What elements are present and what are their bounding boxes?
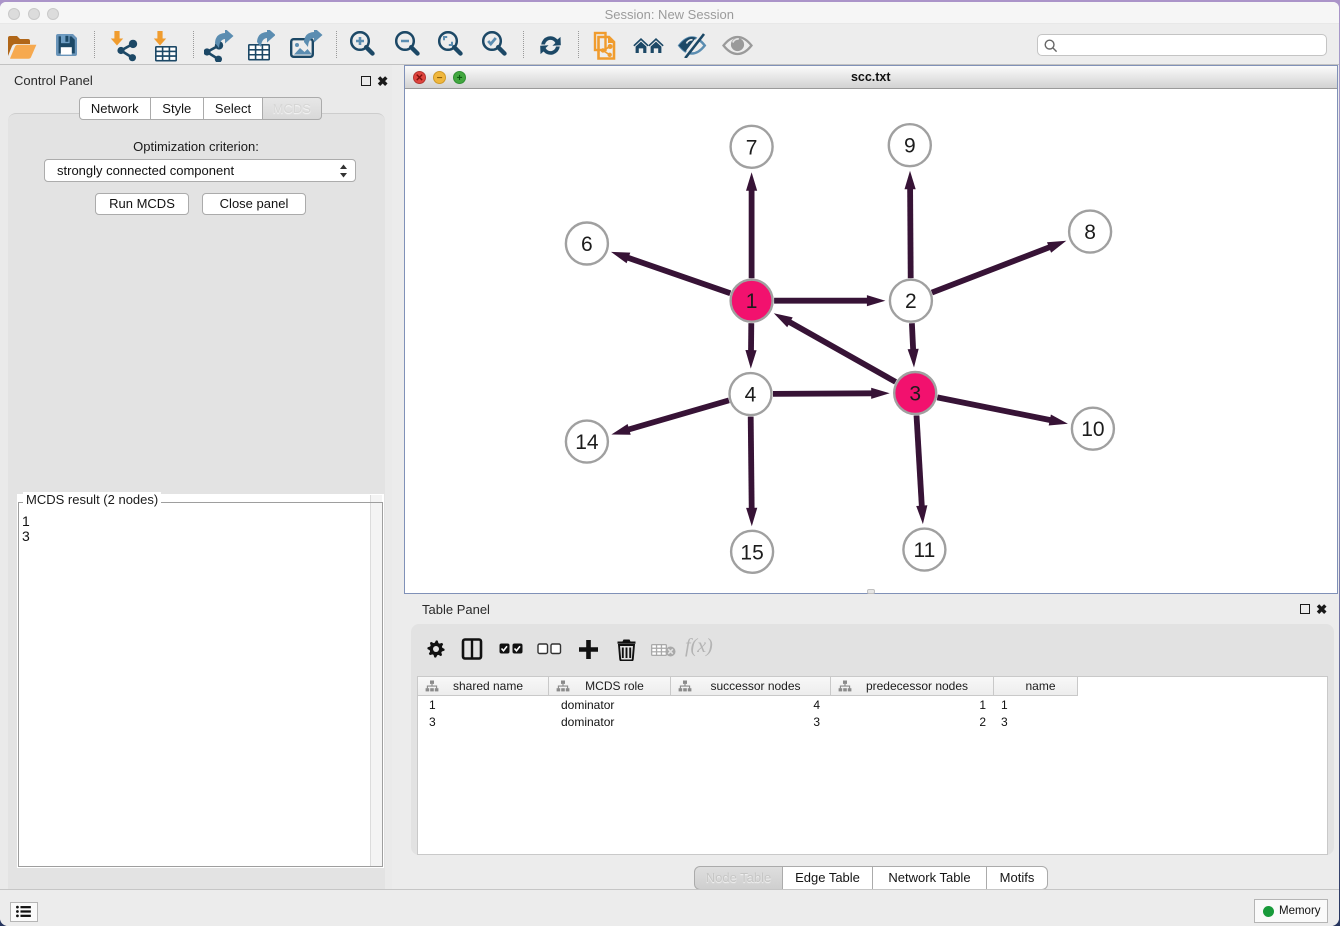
svg-text:10: 10 bbox=[1081, 418, 1104, 441]
svg-text:4: 4 bbox=[745, 384, 757, 407]
svg-text:3: 3 bbox=[909, 383, 921, 406]
svg-text:15: 15 bbox=[740, 541, 763, 564]
svg-text:7: 7 bbox=[746, 136, 758, 159]
svg-text:1: 1 bbox=[746, 290, 758, 313]
svg-text:6: 6 bbox=[581, 233, 593, 256]
svg-text:8: 8 bbox=[1084, 221, 1096, 244]
svg-text:11: 11 bbox=[913, 539, 935, 562]
svg-text:2: 2 bbox=[905, 290, 917, 313]
svg-text:14: 14 bbox=[575, 431, 599, 454]
svg-text:9: 9 bbox=[904, 135, 916, 158]
